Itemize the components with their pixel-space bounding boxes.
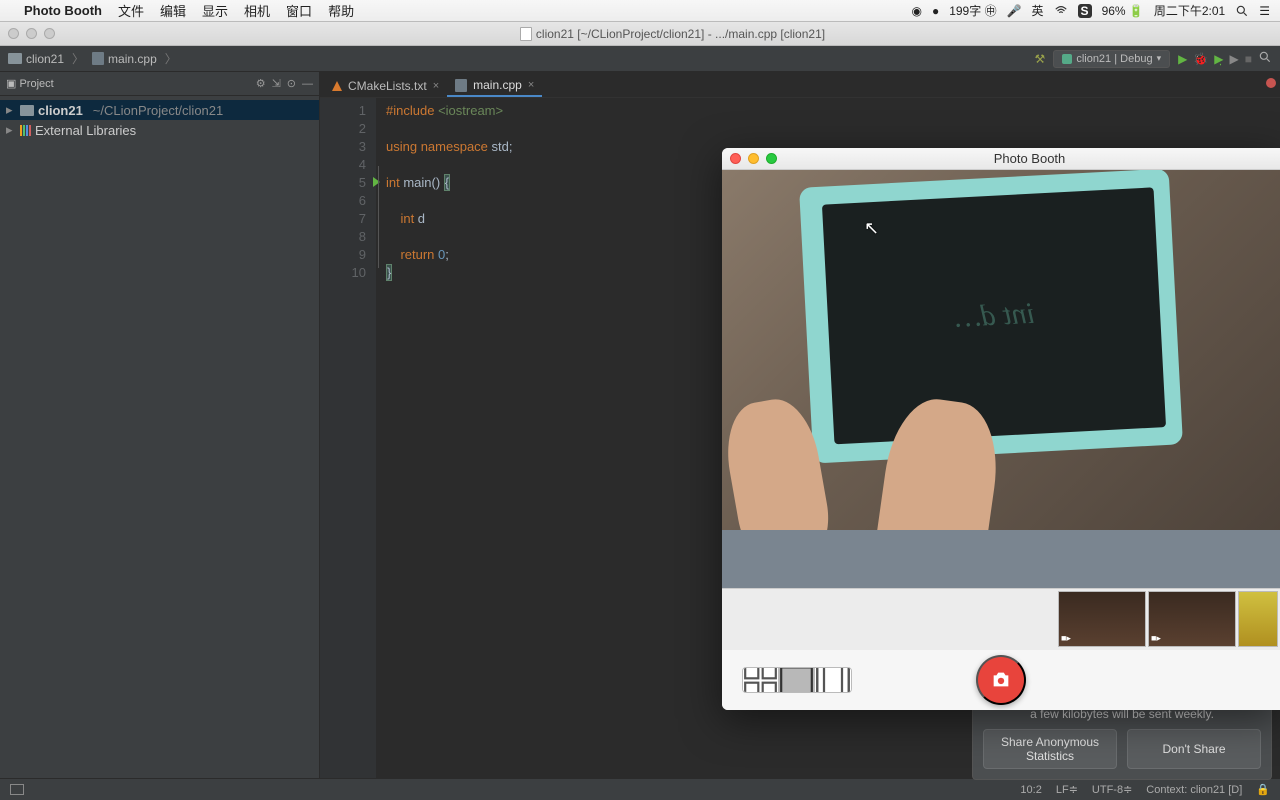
menubar-appname[interactable]: Photo Booth: [24, 3, 102, 18]
menu-help[interactable]: 帮助: [328, 1, 354, 20]
macos-menubar: Photo Booth 文件 编辑 显示 相机 窗口 帮助 ◉ ● 199字 ㊥…: [0, 0, 1280, 22]
status-app-icon[interactable]: S: [1078, 4, 1092, 18]
cmake-icon: [332, 81, 342, 91]
photobooth-controls: [722, 650, 1280, 710]
folder-icon: [20, 105, 34, 116]
thumbnail-3[interactable]: [1238, 591, 1278, 647]
stop-button-icon[interactable]: ■: [1245, 52, 1252, 66]
photobooth-title: Photo Booth: [787, 151, 1272, 166]
mode-single-button[interactable]: [779, 668, 815, 692]
mouse-cursor-icon: ↖: [864, 218, 879, 239]
menu-file[interactable]: 文件: [118, 1, 144, 20]
video-badge-icon: ■▸: [1151, 633, 1161, 644]
title-file-icon: [520, 27, 532, 41]
status-clock[interactable]: 周二下午2:01: [1154, 2, 1225, 19]
locate-icon[interactable]: ⊙: [287, 77, 296, 90]
collapse-icon[interactable]: ⇲: [272, 77, 281, 90]
clothing: [722, 530, 1280, 588]
thumbnail-2[interactable]: ■▸: [1148, 591, 1236, 647]
mode-4up-button[interactable]: [743, 668, 779, 692]
editor-tabs: CMakeLists.txt × main.cpp ×: [320, 72, 1280, 98]
tablet-prop: int d…: [799, 170, 1183, 463]
status-input-icon[interactable]: 英: [1032, 2, 1044, 19]
status-mic-icon[interactable]: 🎤: [1007, 4, 1022, 18]
status-wifi-icon[interactable]: [1054, 4, 1068, 18]
status-icon-2[interactable]: ●: [932, 4, 939, 18]
clion-titlebar: clion21 [~/CLionProject/clion21] - .../m…: [0, 22, 1280, 46]
folder-icon: [8, 53, 22, 64]
status-lock-icon[interactable]: 🔒: [1256, 783, 1270, 796]
project-sidebar: ▣ Project ⚙ ⇲ ⊙ — ▸ clion21 ~/CLionProje…: [0, 72, 320, 778]
status-cursor-pos[interactable]: 10:2: [1020, 784, 1041, 796]
project-tree[interactable]: ▸ clion21 ~/CLionProject/clion21 ▸ Exter…: [0, 96, 319, 144]
breadcrumb-folder: clion21: [26, 52, 64, 66]
debug-button-icon[interactable]: 🐞: [1193, 52, 1208, 66]
menu-view[interactable]: 显示: [202, 1, 228, 20]
photobooth-titlebar[interactable]: Photo Booth: [722, 148, 1280, 170]
status-spotlight-icon[interactable]: [1235, 4, 1249, 18]
close-icon[interactable]: ×: [528, 79, 534, 91]
clion-window-title: clion21 [~/CLionProject/clion21] - .../m…: [536, 27, 825, 41]
breadcrumb[interactable]: clion21 〉 main.cpp 〉: [8, 50, 181, 67]
ide-statusbar: 10:2 LF≑ UTF-8≑ Context: clion21 [D] 🔒: [0, 778, 1280, 800]
menu-camera[interactable]: 相机: [244, 1, 270, 20]
video-badge-icon: ■▸: [1061, 633, 1071, 644]
run-configuration-dropdown[interactable]: clion21 | Debug ▾: [1053, 50, 1170, 68]
error-indicator-icon[interactable]: [1266, 78, 1276, 88]
hammer-build-icon[interactable]: ⚒: [1035, 52, 1046, 66]
close-window-icon[interactable]: [730, 153, 741, 164]
mode-segmented-control[interactable]: [742, 667, 852, 693]
anonymous-stats-popup: a few kilobytes will be sent weekly. Sha…: [972, 700, 1272, 780]
minimize-window-icon[interactable]: [748, 153, 759, 164]
zoom-window-icon[interactable]: [766, 153, 777, 164]
project-panel-icon: ▣: [6, 77, 16, 90]
external-libraries-item[interactable]: ▸ External Libraries: [0, 120, 319, 140]
photobooth-thumbnails[interactable]: ■▸ ■▸: [722, 588, 1280, 650]
mode-video-button[interactable]: [815, 668, 851, 692]
project-panel-header: ▣ Project ⚙ ⇲ ⊙ —: [0, 72, 319, 96]
status-encoding[interactable]: UTF-8≑: [1092, 783, 1132, 796]
menu-window[interactable]: 窗口: [286, 1, 312, 20]
close-icon[interactable]: ×: [433, 80, 439, 92]
photobooth-viewfinder: int d… ↖: [722, 170, 1280, 588]
tab-main-cpp[interactable]: main.cpp ×: [447, 75, 542, 97]
camera-icon: [990, 669, 1012, 691]
dont-share-button[interactable]: Don't Share: [1127, 729, 1261, 769]
file-icon: [92, 52, 104, 65]
settings-gear-icon[interactable]: ⚙: [256, 77, 266, 90]
status-notifications-icon[interactable]: ☰: [1259, 4, 1270, 18]
libraries-icon: [20, 125, 31, 136]
status-icon-1[interactable]: ◉: [911, 4, 921, 18]
attach-button-icon[interactable]: ▶: [1230, 52, 1239, 66]
status-line-ending[interactable]: LF≑: [1056, 783, 1078, 796]
profile-button-icon[interactable]: ▶̣: [1214, 52, 1223, 66]
line-gutter: 1 2 3 4 5 6 7 8 9 10: [320, 98, 376, 778]
photobooth-window[interactable]: Photo Booth int d… ↖ ■▸ ■▸: [722, 148, 1280, 710]
breadcrumb-file: main.cpp: [108, 52, 157, 66]
tab-cmakelists[interactable]: CMakeLists.txt ×: [324, 75, 447, 97]
shutter-button[interactable]: [976, 655, 1026, 705]
project-panel-title: Project: [19, 78, 53, 90]
hide-panel-icon[interactable]: —: [302, 78, 313, 90]
code-content[interactable]: #include <iostream> using namespace std;…: [376, 98, 523, 778]
photobooth-traffic-lights[interactable]: [730, 153, 777, 164]
clion-navbar: clion21 〉 main.cpp 〉 ⚒ clion21 | Debug ▾…: [0, 46, 1280, 72]
status-ime[interactable]: 199字 ㊥: [949, 2, 996, 19]
clion-traffic-lights[interactable]: [8, 28, 55, 39]
cpp-file-icon: [455, 79, 467, 92]
status-context[interactable]: Context: clion21 [D]: [1146, 784, 1242, 796]
statusbar-tool-icon[interactable]: [10, 784, 24, 795]
project-root-item[interactable]: ▸ clion21 ~/CLionProject/clion21: [0, 100, 319, 120]
status-battery[interactable]: 96% 🔋: [1102, 4, 1144, 18]
share-stats-button[interactable]: Share Anonymous Statistics: [983, 729, 1117, 769]
run-button-icon[interactable]: ▶: [1178, 52, 1187, 66]
menu-edit[interactable]: 编辑: [160, 1, 186, 20]
thumbnail-1[interactable]: ■▸: [1058, 591, 1146, 647]
search-button-icon[interactable]: [1258, 50, 1272, 67]
